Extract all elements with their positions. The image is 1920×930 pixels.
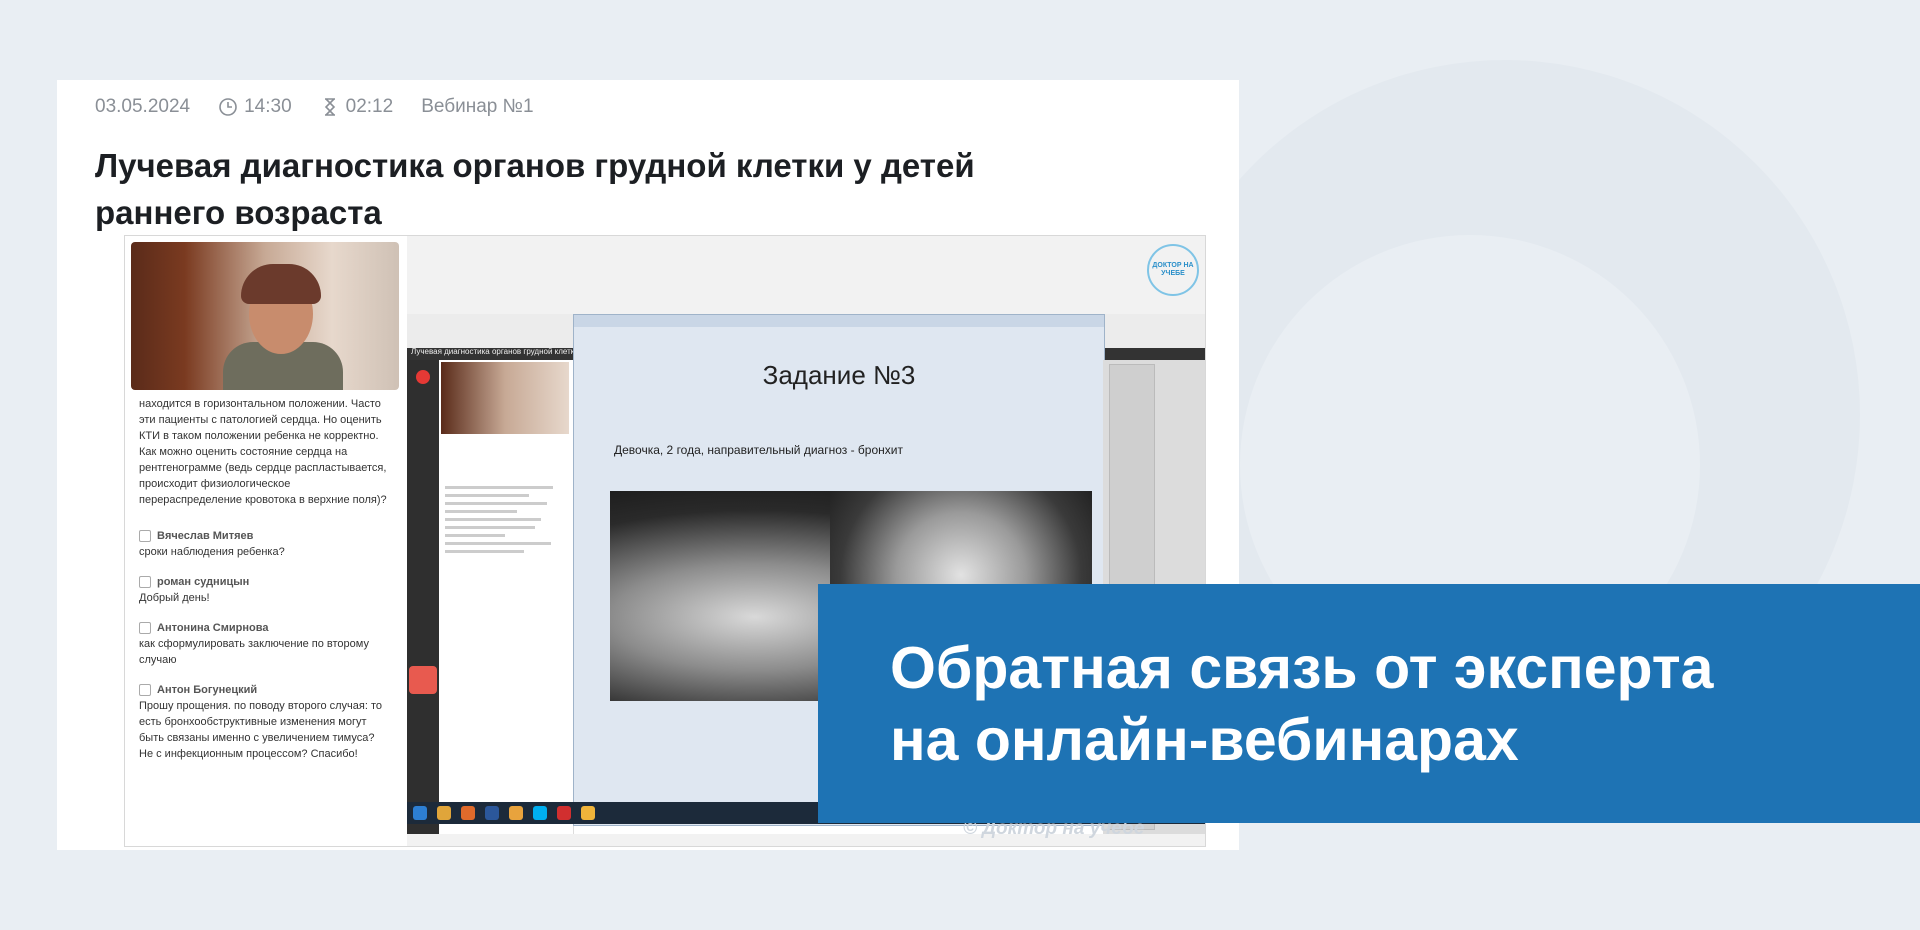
- inner-chat: [439, 360, 574, 834]
- chat-text: Добрый день!: [139, 592, 210, 604]
- time-item: 14:30: [218, 96, 292, 118]
- chat-message: Вячеслав Митяев сроки наблюдения ребенка…: [139, 528, 389, 560]
- chat-author: Антон Богунецкий: [157, 684, 258, 696]
- chat-author: Антонина Смирнова: [157, 622, 269, 634]
- chat-author: Вячеслав Митяев: [157, 530, 254, 542]
- chat-question: находится в горизонтальном положении. Ча…: [139, 398, 387, 506]
- slide-titlebar: [574, 315, 1104, 327]
- reply-icon: [139, 622, 151, 634]
- clock-icon: [219, 98, 237, 116]
- speaker-webcam: [131, 242, 399, 390]
- folder-icon: [437, 806, 451, 820]
- chat-messages: находится в горизонтальном положении. Ча…: [139, 396, 389, 776]
- webinar-number: Вебинар №1: [421, 96, 534, 117]
- inner-sidebar: [407, 360, 439, 834]
- start-icon: [413, 806, 427, 820]
- slide-subtitle: Девочка, 2 года, направительный диагноз …: [614, 443, 903, 457]
- chat-message: роман судницын Добрый день!: [139, 574, 389, 606]
- chat-text: сроки наблюдения ребенка?: [139, 546, 285, 558]
- reply-icon: [139, 530, 151, 542]
- duration-item: 02:12: [320, 96, 394, 118]
- chat-author: роман судницын: [157, 576, 250, 588]
- logo-icon: ДОКТОР НА УЧЕБЕ: [1147, 244, 1199, 296]
- reply-icon: [139, 576, 151, 588]
- record-icon: [416, 370, 430, 384]
- chat-panel: находится в горизонтальном положении. Ча…: [125, 236, 407, 846]
- banner-text: Обратная связь от эксперта на онлайн-веб…: [890, 632, 1870, 776]
- chrome-icon: [509, 806, 523, 820]
- banner-line-1: Обратная связь от эксперта: [890, 635, 1714, 701]
- firefox-icon: [461, 806, 475, 820]
- word-icon: [485, 806, 499, 820]
- inner-chat-lines: [445, 486, 565, 558]
- duration: 02:12: [345, 96, 394, 117]
- hourglass-icon: [324, 98, 335, 116]
- opera-icon: [557, 806, 571, 820]
- inner-webcam: [441, 362, 569, 434]
- app-icon: [581, 806, 595, 820]
- chat-message: Антон Богунецкий Прошу прощения. по пово…: [139, 682, 389, 762]
- chat-text: как сформулировать заключение по второму…: [139, 638, 369, 666]
- feedback-banner: Обратная связь от эксперта на онлайн-веб…: [818, 584, 1920, 823]
- webinar-title[interactable]: Лучевая диагностика органов грудной клет…: [95, 142, 995, 236]
- chat-message: Антонина Смирнова как сформулировать зак…: [139, 620, 389, 668]
- time: 14:30: [244, 96, 292, 117]
- slide-heading: Задание №3: [762, 360, 916, 390]
- webinar-meta: 03.05.2024 14:30 02:12 Вебинар №1: [95, 92, 534, 122]
- skype-icon: [533, 806, 547, 820]
- date: 03.05.2024: [95, 96, 191, 117]
- inner-action-icon: [409, 666, 437, 694]
- reply-icon: [139, 684, 151, 696]
- banner-line-2: на онлайн-вебинарах: [890, 707, 1519, 773]
- chat-text: Прошу прощения. по поводу второго случая…: [139, 700, 383, 760]
